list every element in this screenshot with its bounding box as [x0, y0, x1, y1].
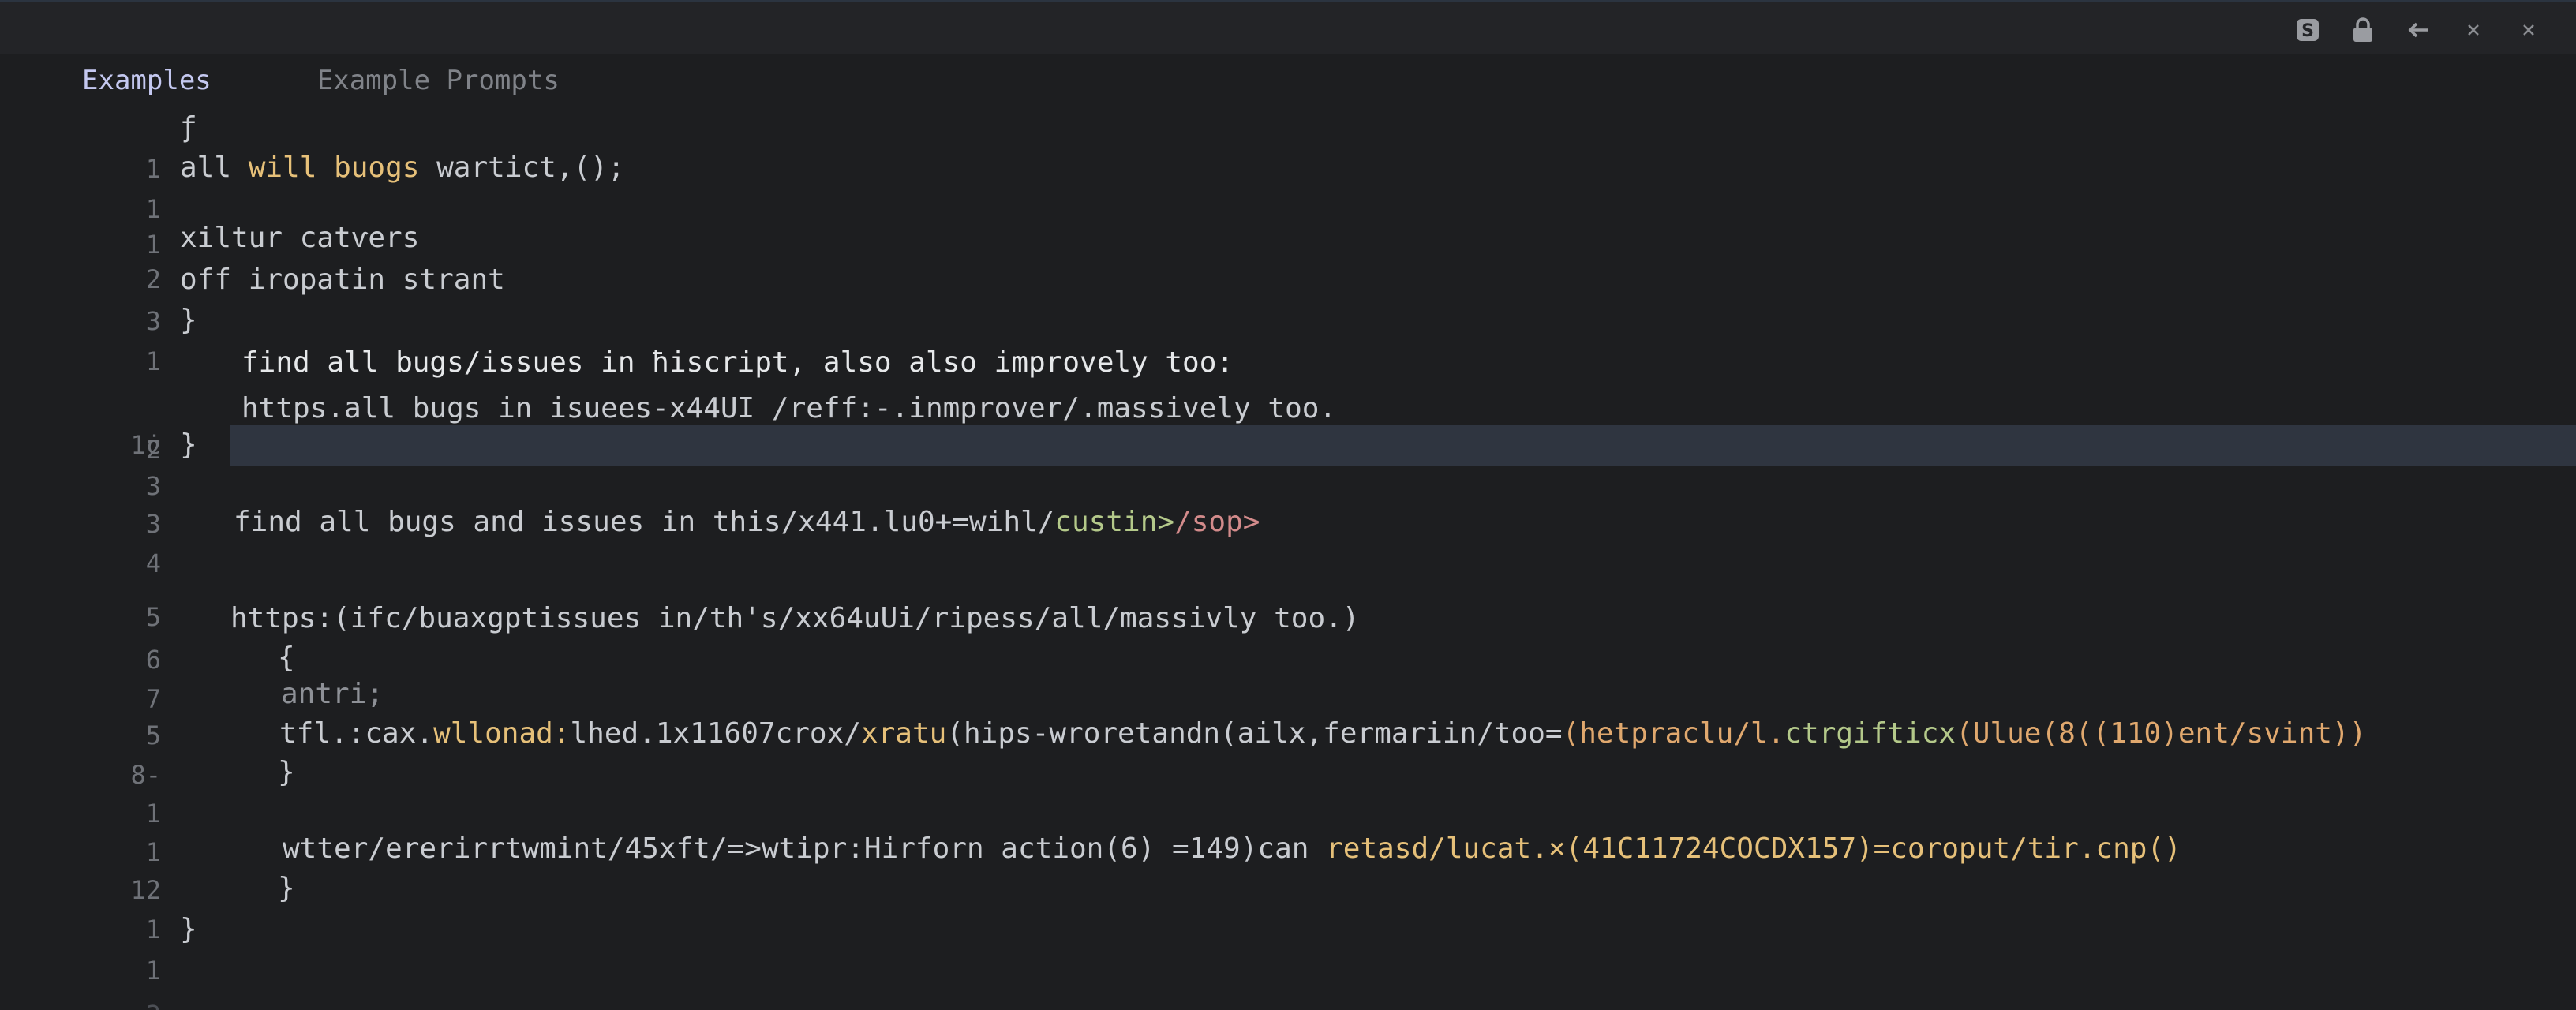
code-line: 1 }: [0, 300, 2576, 376]
code-token: ctrgifticx: [1784, 717, 1956, 750]
code-line: 1 }: [0, 909, 2576, 986]
code-token: wllonad:: [433, 717, 571, 750]
code-line: 1: [0, 791, 2576, 867]
code-line: 1 }: [0, 868, 2576, 945]
code-text: find all bugs/issues in ħiscript, also a…: [242, 346, 1234, 379]
code-token: wtter/ererirrtwmint/45xft/=>wtipr:Hirfor…: [283, 832, 1327, 865]
code-text: }: [180, 304, 197, 336]
code-editor[interactable]: 1 ƒ 1 all will buogs wartict,(); 1 2 xil…: [0, 0, 2576, 1010]
code-token: (Ulue(8((110)ent/svint)): [1956, 717, 2367, 750]
code-text: wtter/ererirrtwmint/45xft/=>wtipr:Hirfor…: [283, 829, 2181, 870]
code-line: 2 xiltur catѵers: [0, 218, 2576, 294]
code-text: }: [180, 428, 197, 461]
code-text: xiltur catѵers: [180, 222, 420, 254]
code-line: 6 https:(ifc/buaxgptissues in/th's/xx64u…: [0, 598, 2576, 675]
code-text: tfl.:cax.wllonad:lhed.1x11607crox/xratu(…: [279, 713, 2366, 754]
code-text: https.all bugs in isuees-x44UI /reff:-.i…: [242, 392, 1337, 425]
code-text: find all bugs and issues in this/x441.lu…: [234, 502, 1260, 543]
code-token: custin>: [1054, 506, 1175, 538]
code-line: 8- tfl.:cax.wllonad:lhed.1x11607crox/xra…: [0, 713, 2576, 790]
code-text: {: [278, 642, 295, 674]
code-token: retasd/lucat.×(41C11724COCDX157)=coroput…: [1326, 832, 2181, 865]
code-token: tfl.:cax.: [279, 717, 434, 750]
code-token: all: [180, 152, 249, 184]
code-text: https:(ifc/buaxgptissues in/th's/xx64uUi…: [230, 602, 1360, 634]
code-text: }: [180, 913, 197, 945]
code-token: will buogs: [248, 152, 420, 184]
code-line: 1 ƒ: [0, 107, 2576, 184]
code-line: 5: [0, 556, 2576, 632]
code-line: 3 }: [0, 425, 2576, 501]
code-line: 7 {: [0, 638, 2576, 714]
code-line: 5 antri;: [0, 674, 2576, 750]
code-token: lhed.1x11607crox/: [570, 717, 861, 750]
code-token: /sop>: [1174, 506, 1260, 538]
code-text: antri;: [281, 678, 384, 710]
code-token: (hips-wroretandn(ailx,fermariin/too=: [946, 717, 1563, 750]
code-line: 3 οff iropatin strant: [0, 260, 2576, 336]
code-token: find all bugs and issues in this/x441.lu…: [234, 506, 1055, 538]
line-number: 3: [95, 994, 161, 1010]
code-line: 12 wtter/ererirrtwmint/45xft/=>wtipr:Hir…: [0, 829, 2576, 905]
code-text: }: [278, 872, 295, 904]
code-token: wartict,();: [419, 152, 625, 184]
code-text: }: [278, 756, 295, 788]
code-line: 3: [0, 462, 2576, 539]
code-line-highlighted: 1ċ find all bugs/issues in ħiscript, als…: [0, 342, 2576, 466]
code-token: xratu: [860, 717, 947, 750]
code-text: οff iropatin strant: [180, 264, 505, 296]
code-token: (hetpraclu/l.: [1562, 717, 1785, 750]
code-line: 3: [0, 953, 2576, 1010]
code-text: ƒ: [180, 111, 197, 144]
code-line: 1 }: [0, 752, 2576, 829]
code-line: 4 find all bugs and issues in this/x441.…: [0, 502, 2576, 578]
code-line: 2 https.all bugs in isuees-x44UI /reff:-…: [0, 388, 2576, 465]
